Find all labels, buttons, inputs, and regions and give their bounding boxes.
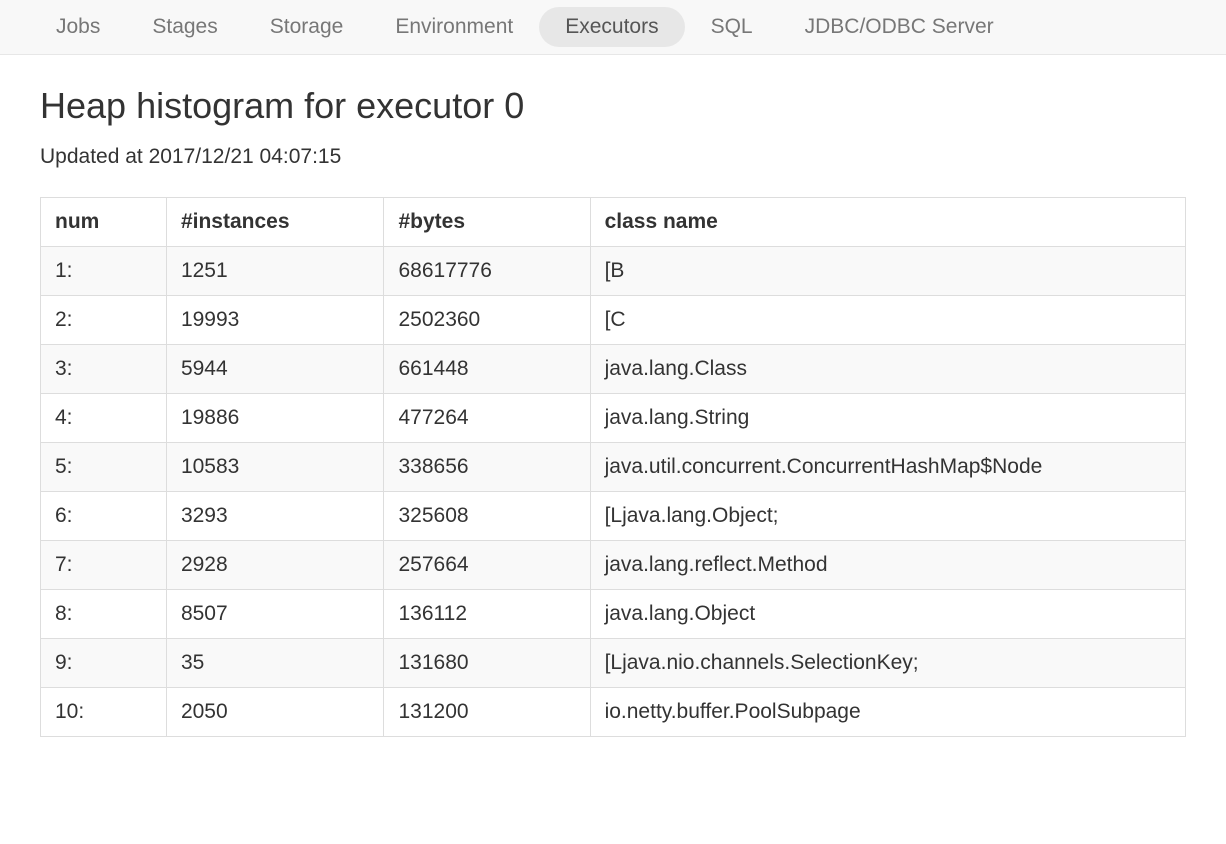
cell-instances: 5944 [166,345,384,394]
table-row: 10:2050131200io.netty.buffer.PoolSubpage [41,688,1186,737]
cell-instances: 1251 [166,247,384,296]
col-header-num[interactable]: num [41,198,167,247]
cell-instances: 8507 [166,590,384,639]
table-row: 2:199932502360[C [41,296,1186,345]
tab-jobs[interactable]: Jobs [30,0,126,54]
updated-timestamp: Updated at 2017/12/21 04:07:15 [40,145,1186,169]
top-navbar: Jobs Stages Storage Environment Executor… [0,0,1226,55]
cell-num: 1: [41,247,167,296]
cell-bytes: 68617776 [384,247,590,296]
cell-class-name: java.lang.Class [590,345,1185,394]
nav-tab-list: Jobs Stages Storage Environment Executor… [0,0,1226,54]
cell-instances: 2050 [166,688,384,737]
cell-instances: 35 [166,639,384,688]
cell-class-name: java.lang.Object [590,590,1185,639]
cell-num: 6: [41,492,167,541]
cell-num: 4: [41,394,167,443]
cell-instances: 2928 [166,541,384,590]
cell-bytes: 257664 [384,541,590,590]
table-row: 6:3293325608[Ljava.lang.Object; [41,492,1186,541]
cell-bytes: 131200 [384,688,590,737]
col-header-bytes[interactable]: #bytes [384,198,590,247]
cell-bytes: 477264 [384,394,590,443]
tab-sql[interactable]: SQL [685,0,779,54]
table-row: 4:19886477264java.lang.String [41,394,1186,443]
col-header-instances[interactable]: #instances [166,198,384,247]
cell-class-name: java.lang.reflect.Method [590,541,1185,590]
table-row: 9:35131680[Ljava.nio.channels.SelectionK… [41,639,1186,688]
cell-instances: 19993 [166,296,384,345]
cell-class-name: [B [590,247,1185,296]
table-row: 3:5944661448java.lang.Class [41,345,1186,394]
cell-instances: 3293 [166,492,384,541]
page-title: Heap histogram for executor 0 [40,85,1186,127]
heap-histogram-table: num #instances #bytes class name 1:12516… [40,197,1186,737]
tab-executors[interactable]: Executors [539,7,684,47]
table-row: 8:8507136112java.lang.Object [41,590,1186,639]
tab-jdbc-odbc-server[interactable]: JDBC/ODBC Server [779,0,1020,54]
cell-instances: 19886 [166,394,384,443]
cell-bytes: 131680 [384,639,590,688]
main-container: Heap histogram for executor 0 Updated at… [0,55,1226,757]
table-header-row: num #instances #bytes class name [41,198,1186,247]
cell-num: 10: [41,688,167,737]
cell-class-name: [Ljava.lang.Object; [590,492,1185,541]
table-row: 7:2928257664java.lang.reflect.Method [41,541,1186,590]
cell-bytes: 661448 [384,345,590,394]
col-header-class-name[interactable]: class name [590,198,1185,247]
tab-environment[interactable]: Environment [369,0,539,54]
cell-class-name: io.netty.buffer.PoolSubpage [590,688,1185,737]
table-row: 5:10583338656java.util.concurrent.Concur… [41,443,1186,492]
cell-bytes: 338656 [384,443,590,492]
table-row: 1:125168617776[B [41,247,1186,296]
cell-class-name: java.util.concurrent.ConcurrentHashMap$N… [590,443,1185,492]
cell-num: 9: [41,639,167,688]
cell-num: 8: [41,590,167,639]
cell-class-name: java.lang.String [590,394,1185,443]
cell-bytes: 325608 [384,492,590,541]
cell-num: 3: [41,345,167,394]
cell-bytes: 2502360 [384,296,590,345]
tab-stages[interactable]: Stages [126,0,243,54]
cell-class-name: [Ljava.nio.channels.SelectionKey; [590,639,1185,688]
cell-instances: 10583 [166,443,384,492]
cell-num: 5: [41,443,167,492]
tab-storage[interactable]: Storage [244,0,370,54]
cell-num: 7: [41,541,167,590]
cell-num: 2: [41,296,167,345]
cell-class-name: [C [590,296,1185,345]
cell-bytes: 136112 [384,590,590,639]
